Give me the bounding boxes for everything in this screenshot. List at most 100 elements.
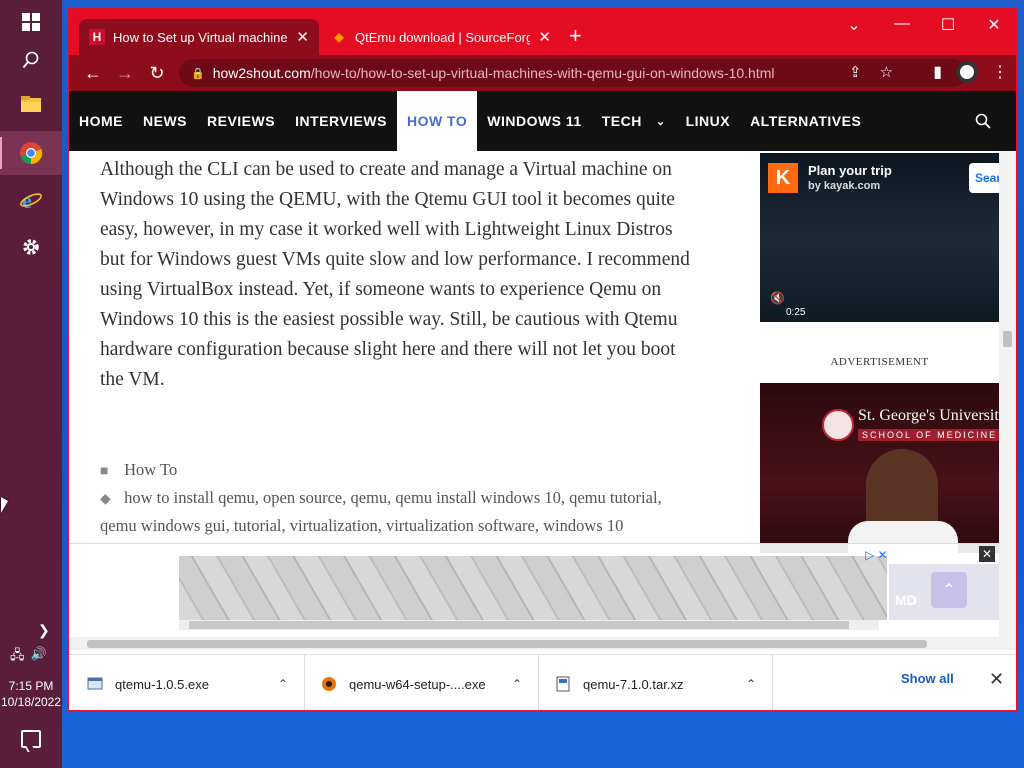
nav-windows-11[interactable]: WINDOWS 11 [477, 91, 591, 151]
scroll-top-icon[interactable]: ⌃ [931, 572, 967, 608]
vertical-scrollbar[interactable] [999, 151, 1016, 650]
mute-icon[interactable]: 🔇 [770, 291, 785, 305]
minimize-icon[interactable]: — [879, 15, 925, 33]
close-downloads-icon[interactable]: ✕ [989, 669, 1004, 690]
download-filename: qemu-7.1.0.tar.xz [583, 676, 684, 692]
download-filename: qtemu-1.0.5.exe [115, 676, 209, 692]
forward-icon[interactable]: → [109, 63, 141, 84]
nav-alternatives[interactable]: ALTERNATIVES [740, 91, 871, 151]
tab-sourceforge[interactable]: ◆ QtEmu download | SourceForge.n ✕ [321, 19, 561, 55]
profile-avatar-icon[interactable] [956, 61, 978, 83]
ie-taskbar-button[interactable]: e [0, 178, 62, 222]
download-item[interactable]: qtemu-1.0.5.exe ⌃ [87, 655, 305, 710]
lock-icon: 🔒 [191, 67, 205, 80]
chevron-up-icon[interactable]: ⌃ [278, 677, 288, 691]
tray-expand-icon[interactable]: ❯ [38, 622, 50, 639]
chevron-up-icon[interactable]: ⌃ [746, 677, 756, 691]
tab-search-icon[interactable]: ⌄ [831, 15, 877, 35]
banner-ad-text: MD [895, 592, 917, 608]
advertisement-label: ADVERTISEMENT [830, 356, 929, 368]
clock-time: 7:15 PM [8, 679, 54, 693]
kayak-search-button[interactable]: Sear [969, 163, 999, 193]
reload-icon[interactable]: ↻ [141, 63, 173, 84]
maximize-icon[interactable]: ☐ [925, 15, 971, 35]
windows-logo-icon [22, 13, 40, 31]
video-time: 0:25 [786, 307, 806, 318]
nav-interviews[interactable]: INTERVIEWS [285, 91, 397, 151]
title-bar: H How to Set up Virtual machines w ✕ ◆ Q… [69, 9, 1016, 55]
network-icon[interactable]: 🖧 [10, 646, 25, 668]
post-meta: ■ How To ◆ how to install qemu, open sou… [100, 457, 680, 539]
banner-scroll-thumb[interactable] [189, 621, 849, 629]
search-icon [22, 51, 39, 69]
nav-tech[interactable]: TECH ⌄ [592, 91, 676, 151]
nav-home[interactable]: HOME [69, 91, 133, 151]
article-paragraph: Although the CLI can be used to create a… [100, 159, 690, 390]
omnibox-actions: ⇪ ☆ [849, 63, 893, 81]
horizontal-scrollbar[interactable] [69, 637, 999, 650]
sgu-ad[interactable]: St. George's University SCHOOL OF MEDICI… [760, 383, 999, 553]
download-item[interactable]: qemu-w64-setup-....exe ⌃ [321, 655, 539, 710]
adchoices-icon[interactable]: ▷ ✕ [865, 548, 888, 562]
sgu-subtitle: SCHOOL OF MEDICINE [858, 429, 999, 441]
tag-links[interactable]: how to install qemu, open source, qemu, … [100, 488, 662, 535]
close-banner-icon[interactable]: ✕ [979, 546, 995, 562]
side-panel-icon[interactable]: ▮ [933, 62, 942, 82]
ie-icon: e [20, 188, 42, 212]
sgu-seal-icon [822, 409, 854, 441]
category-link[interactable]: How To [124, 460, 177, 479]
kayak-ad-title: Plan your trip [808, 163, 892, 178]
browser-window: H How to Set up Virtual machines w ✕ ◆ Q… [68, 8, 1017, 711]
menu-kebab-icon[interactable]: ⋮ [992, 62, 1008, 82]
new-tab-icon[interactable]: + [569, 23, 582, 49]
chevron-down-icon: ⌄ [655, 115, 666, 128]
chevron-up-icon[interactable]: ⌃ [512, 677, 522, 691]
tags-icon: ◆ [100, 492, 111, 507]
settings-taskbar-button[interactable] [0, 225, 62, 269]
sticky-banner-ad[interactable]: ▷ ✕ MD ⌃ ✕ [69, 543, 999, 637]
chrome-taskbar-button[interactable] [0, 131, 62, 175]
downloads-bar: qtemu-1.0.5.exe ⌃ qemu-w64-setup-....exe… [69, 654, 1016, 710]
category-row: ■ How To [100, 457, 680, 485]
tags-row: ◆ how to install qemu, open source, qemu… [100, 485, 680, 539]
taskbar-clock[interactable]: 7:15 PM 10/18/2022 [0, 678, 62, 710]
h-scroll-thumb[interactable] [87, 640, 927, 648]
nav-news[interactable]: NEWS [133, 91, 197, 151]
how2shout-favicon-icon: H [89, 29, 105, 45]
file-explorer-button[interactable] [0, 82, 62, 126]
close-tab-icon[interactable]: ✕ [296, 28, 309, 46]
search-icon[interactable] [975, 113, 991, 129]
nav-reviews[interactable]: REVIEWS [197, 91, 285, 151]
browser-toolbar: ← → ↻ 🔒 how2shout.com/how-to/how-to-set-… [69, 55, 1016, 91]
search-button[interactable] [0, 38, 62, 82]
archive-file-icon [556, 676, 570, 692]
volume-icon[interactable]: 🔊 [31, 646, 47, 668]
bookmark-star-icon[interactable]: ☆ [880, 63, 893, 81]
download-item[interactable]: qemu-7.1.0.tar.xz ⌃ [555, 655, 773, 710]
url-host: how2shout.com [212, 65, 311, 81]
banner-pattern-image [179, 556, 887, 620]
nav-how-to[interactable]: HOW TO [396, 91, 478, 151]
tab-how2shout[interactable]: H How to Set up Virtual machines w ✕ [79, 19, 319, 55]
download-filename: qemu-w64-setup-....exe [349, 676, 486, 692]
kayak-video-ad[interactable]: K Plan your trip by kayak.com Sear 🔇 0:2… [760, 153, 999, 322]
nav-linux[interactable]: LINUX [676, 91, 741, 151]
banner-scrollbar[interactable] [179, 620, 879, 630]
close-tab-icon[interactable]: ✕ [538, 28, 551, 46]
sgu-title: St. George's University [858, 407, 999, 424]
kayak-logo: K [768, 163, 798, 193]
sourceforge-favicon-icon: ◆ [334, 30, 344, 44]
chrome-icon [20, 142, 43, 165]
notification-icon[interactable] [21, 730, 41, 748]
tab-title: How to Set up Virtual machines w [113, 29, 289, 45]
clock-date: 10/18/2022 [0, 695, 62, 709]
scroll-thumb[interactable] [1003, 331, 1012, 347]
system-tray: 🖧 🔊 [10, 646, 47, 668]
mouse-cursor-icon [1, 497, 8, 513]
kayak-ad-subtitle: by kayak.com [808, 180, 881, 192]
back-icon[interactable]: ← [77, 63, 109, 84]
share-icon[interactable]: ⇪ [849, 63, 862, 81]
show-all-downloads-link[interactable]: Show all [901, 671, 954, 686]
taskbar: e ❯ 🖧 🔊 7:15 PM 10/18/2022 [0, 0, 62, 768]
close-window-icon[interactable]: ✕ [971, 15, 1016, 35]
